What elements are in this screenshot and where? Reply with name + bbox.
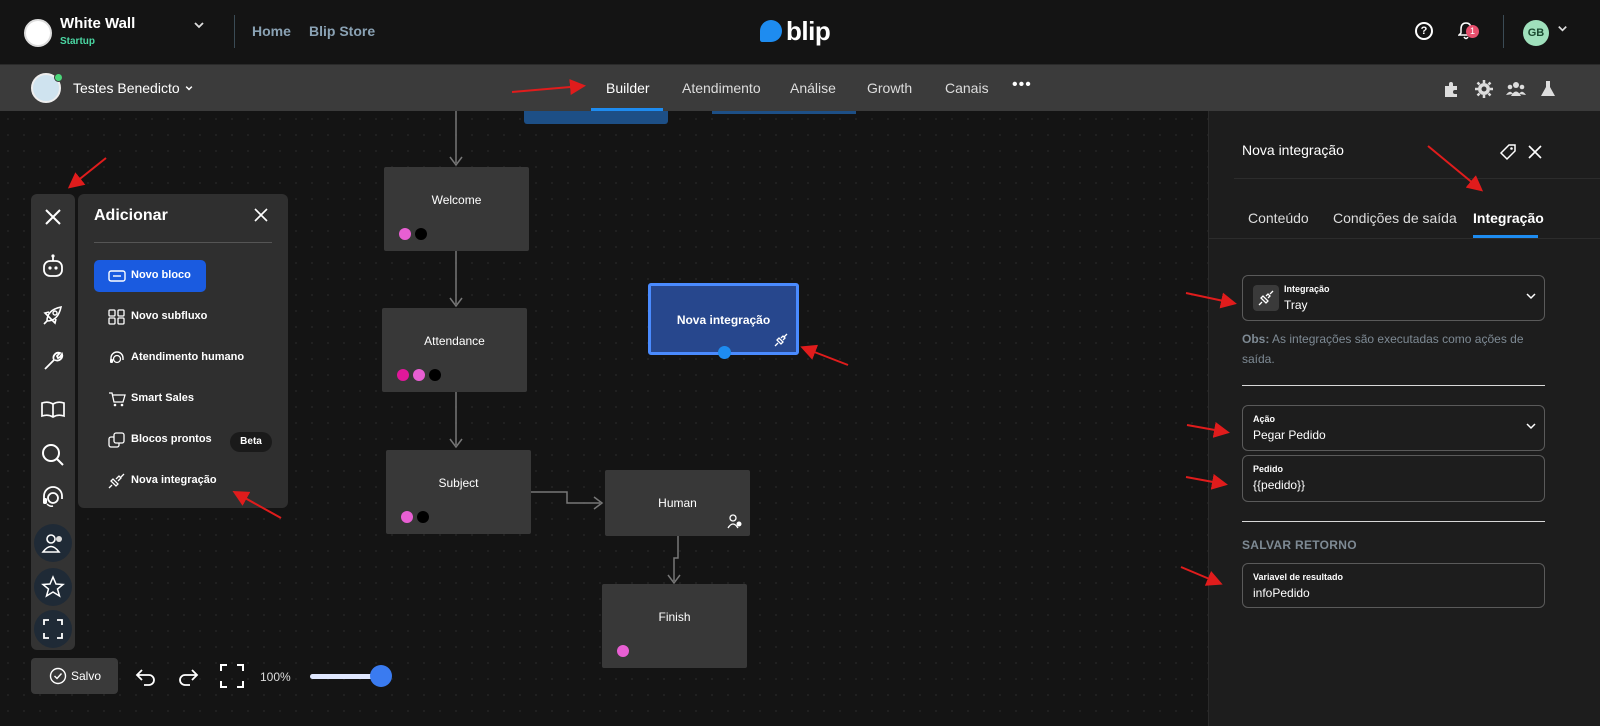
annotation-arrow	[1185, 473, 1228, 490]
annotation-arrow	[67, 157, 107, 189]
annotation-arrow	[1186, 422, 1230, 438]
annotation-arrow	[1185, 292, 1237, 309]
annotation-arrow	[1427, 145, 1484, 192]
annotation-arrow	[800, 344, 849, 366]
annotation-arrow	[511, 79, 586, 95]
annotation-arrow	[1180, 566, 1223, 586]
annotation-arrows	[67, 79, 1484, 586]
annotation-arrow	[232, 491, 282, 519]
